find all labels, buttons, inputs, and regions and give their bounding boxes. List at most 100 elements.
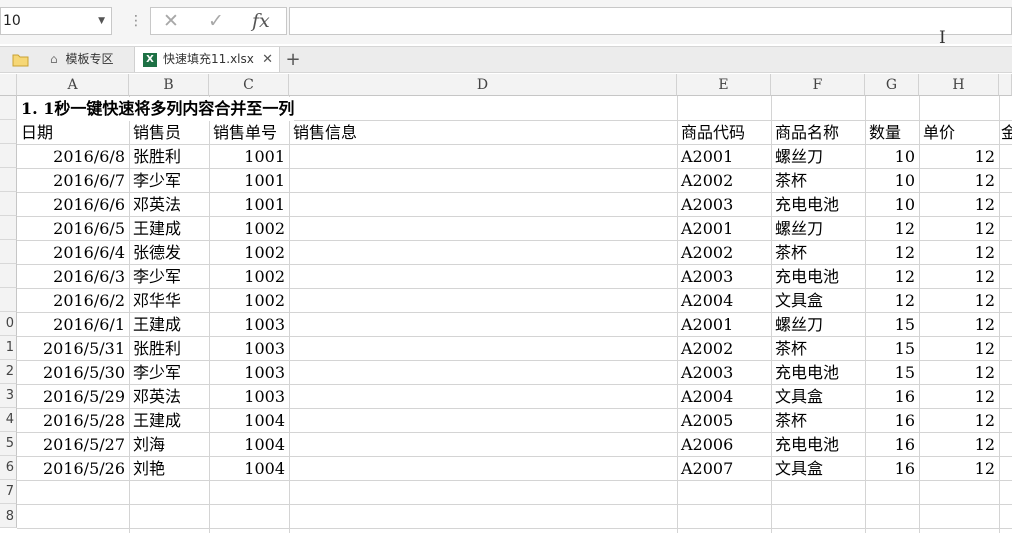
cell-price[interactable]: 12: [919, 457, 999, 481]
cell-name[interactable]: 茶杯: [771, 409, 865, 433]
folder-icon[interactable]: [12, 47, 29, 72]
header-info[interactable]: 销售信息: [289, 121, 677, 145]
header-price[interactable]: 单价: [919, 121, 999, 145]
cell-price[interactable]: 12: [919, 217, 999, 241]
header-amount[interactable]: 金: [999, 121, 1012, 145]
cell-qty[interactable]: 10: [865, 193, 919, 217]
cell-seller[interactable]: 王建成: [129, 217, 209, 241]
cell-seller[interactable]: 李少军: [129, 361, 209, 385]
cell-date[interactable]: 2016/6/7: [17, 169, 129, 193]
cell-seller[interactable]: 张德发: [129, 241, 209, 265]
cell-code[interactable]: A2004: [677, 385, 771, 409]
cell-name[interactable]: 文具盒: [771, 385, 865, 409]
cell-code[interactable]: A2003: [677, 265, 771, 289]
cell-qty[interactable]: 10: [865, 145, 919, 169]
cell-qty[interactable]: 12: [865, 217, 919, 241]
cell-order[interactable]: 1002: [209, 265, 289, 289]
cell-qty[interactable]: 15: [865, 361, 919, 385]
row-header[interactable]: 0: [0, 312, 17, 336]
cell-price[interactable]: 12: [919, 361, 999, 385]
cell-order[interactable]: 1003: [209, 385, 289, 409]
cell-name[interactable]: 文具盒: [771, 457, 865, 481]
cell-qty[interactable]: 15: [865, 337, 919, 361]
cell-qty[interactable]: 12: [865, 241, 919, 265]
cell-code[interactable]: A2007: [677, 457, 771, 481]
cell-order[interactable]: 1004: [209, 433, 289, 457]
cell-name[interactable]: 螺丝刀: [771, 217, 865, 241]
cell-order[interactable]: 1001: [209, 145, 289, 169]
cell-seller[interactable]: 李少军: [129, 265, 209, 289]
add-tab-icon[interactable]: +: [284, 47, 302, 72]
column-header[interactable]: H: [919, 74, 999, 96]
cell-order[interactable]: 1001: [209, 193, 289, 217]
cell-price[interactable]: 12: [919, 433, 999, 457]
cell-name[interactable]: 螺丝刀: [771, 313, 865, 337]
cell-order[interactable]: 1003: [209, 313, 289, 337]
cell-seller[interactable]: 邓华华: [129, 289, 209, 313]
cell-order[interactable]: 1002: [209, 217, 289, 241]
cell-qty[interactable]: 12: [865, 289, 919, 313]
cell-code[interactable]: A2006: [677, 433, 771, 457]
cell-date[interactable]: 2016/6/5: [17, 217, 129, 241]
cell-name[interactable]: 螺丝刀: [771, 145, 865, 169]
cell-order[interactable]: 1002: [209, 241, 289, 265]
cell-date[interactable]: 2016/5/30: [17, 361, 129, 385]
tab-template-zone[interactable]: ⌂ 模板专区: [40, 47, 132, 72]
cell-name[interactable]: 充电电池: [771, 433, 865, 457]
row-header[interactable]: 8: [0, 504, 17, 528]
cancel-icon[interactable]: ✕: [163, 10, 179, 32]
cell-date[interactable]: 2016/6/8: [17, 145, 129, 169]
cell-code[interactable]: A2001: [677, 313, 771, 337]
header-order[interactable]: 销售单号: [209, 121, 289, 145]
row-header[interactable]: 2: [0, 360, 17, 384]
cell-price[interactable]: 12: [919, 193, 999, 217]
cell-seller[interactable]: 邓英法: [129, 193, 209, 217]
cell-code[interactable]: A2005: [677, 409, 771, 433]
cell-price[interactable]: 12: [919, 337, 999, 361]
cell-order[interactable]: 1004: [209, 409, 289, 433]
cell-qty[interactable]: 12: [865, 265, 919, 289]
cell-qty[interactable]: 10: [865, 169, 919, 193]
cell-date[interactable]: 2016/6/4: [17, 241, 129, 265]
cell-name[interactable]: 充电电池: [771, 193, 865, 217]
cell-code[interactable]: A2001: [677, 145, 771, 169]
cell-seller[interactable]: 王建成: [129, 409, 209, 433]
cell-code[interactable]: A2002: [677, 337, 771, 361]
row-header[interactable]: [0, 144, 17, 168]
row-header[interactable]: 7: [0, 480, 17, 504]
cell-code[interactable]: A2004: [677, 289, 771, 313]
select-all-corner[interactable]: [0, 74, 17, 96]
cell-qty[interactable]: 15: [865, 313, 919, 337]
cell-qty[interactable]: 16: [865, 409, 919, 433]
sheet-title[interactable]: 1. 1秒一键快速将多列内容合并至一列: [17, 97, 295, 121]
cell-date[interactable]: 2016/5/31: [17, 337, 129, 361]
header-name[interactable]: 商品名称: [771, 121, 865, 145]
header-code[interactable]: 商品代码: [677, 121, 771, 145]
cell-price[interactable]: 12: [919, 169, 999, 193]
tab-active-file[interactable]: X 快速填充11.xlsx ✕: [134, 47, 280, 72]
row-header[interactable]: [0, 288, 17, 312]
column-header[interactable]: E: [677, 74, 771, 96]
row-header[interactable]: 5: [0, 432, 17, 456]
cell-name[interactable]: 充电电池: [771, 265, 865, 289]
confirm-icon[interactable]: ✓: [208, 10, 224, 32]
column-header[interactable]: F: [771, 74, 865, 96]
cell-date[interactable]: 2016/5/27: [17, 433, 129, 457]
cell-date[interactable]: 2016/5/26: [17, 457, 129, 481]
close-icon[interactable]: ✕: [262, 47, 273, 72]
column-header[interactable]: C: [209, 74, 289, 96]
tab-scroll-left[interactable]: [0, 47, 8, 72]
cell-price[interactable]: 12: [919, 265, 999, 289]
cell-order[interactable]: 1003: [209, 361, 289, 385]
header-seller[interactable]: 销售员: [129, 121, 209, 145]
cell-date[interactable]: 2016/5/28: [17, 409, 129, 433]
cell-price[interactable]: 12: [919, 145, 999, 169]
column-header[interactable]: A: [17, 74, 129, 96]
cell-seller[interactable]: 刘海: [129, 433, 209, 457]
row-header[interactable]: [0, 240, 17, 264]
cell-price[interactable]: 12: [919, 385, 999, 409]
row-header[interactable]: 1: [0, 336, 17, 360]
cell-code[interactable]: A2002: [677, 169, 771, 193]
cell-price[interactable]: 12: [919, 241, 999, 265]
cell-order[interactable]: 1003: [209, 337, 289, 361]
